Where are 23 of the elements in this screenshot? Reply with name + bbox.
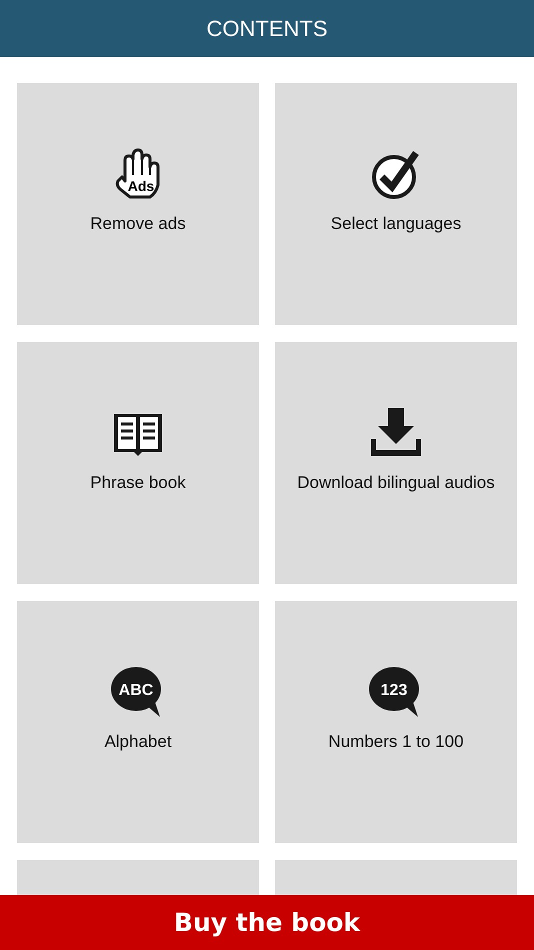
menu-tile[interactable]: Ads Remove ads xyxy=(17,83,259,325)
checkmark-icon xyxy=(372,150,419,199)
download-icon xyxy=(371,408,421,456)
hand-icon xyxy=(116,148,160,198)
header-title: CONTENTS xyxy=(0,0,534,57)
menu-tile[interactable]: Download bilingual audios xyxy=(275,342,517,584)
tile-label: Remove ads xyxy=(90,213,186,235)
icon-text: Ads xyxy=(128,178,154,194)
tile-label: Numbers 1 to 100 xyxy=(328,731,464,753)
tile-label: Select languages xyxy=(330,213,462,235)
tile-label: Alphabet xyxy=(104,731,172,753)
menu-tile[interactable]: Select languages xyxy=(275,83,517,325)
menu-tile[interactable]: 123 Numbers 1 to 100 xyxy=(275,601,517,843)
buy-book-button[interactable]: Buy the book xyxy=(0,895,534,950)
icon-text: ABC xyxy=(118,682,154,699)
tile-label: Phrase book xyxy=(90,472,186,494)
menu-tile[interactable]: Phrase book xyxy=(17,342,259,584)
menu-tile[interactable]: ABC Alphabet xyxy=(17,601,259,843)
book-icon xyxy=(114,414,162,456)
speech-bubble-icon xyxy=(111,667,161,717)
speech-bubble-icon xyxy=(369,667,419,717)
icon-text: 123 xyxy=(380,682,408,699)
tile-label: Download bilingual audios xyxy=(297,472,495,494)
